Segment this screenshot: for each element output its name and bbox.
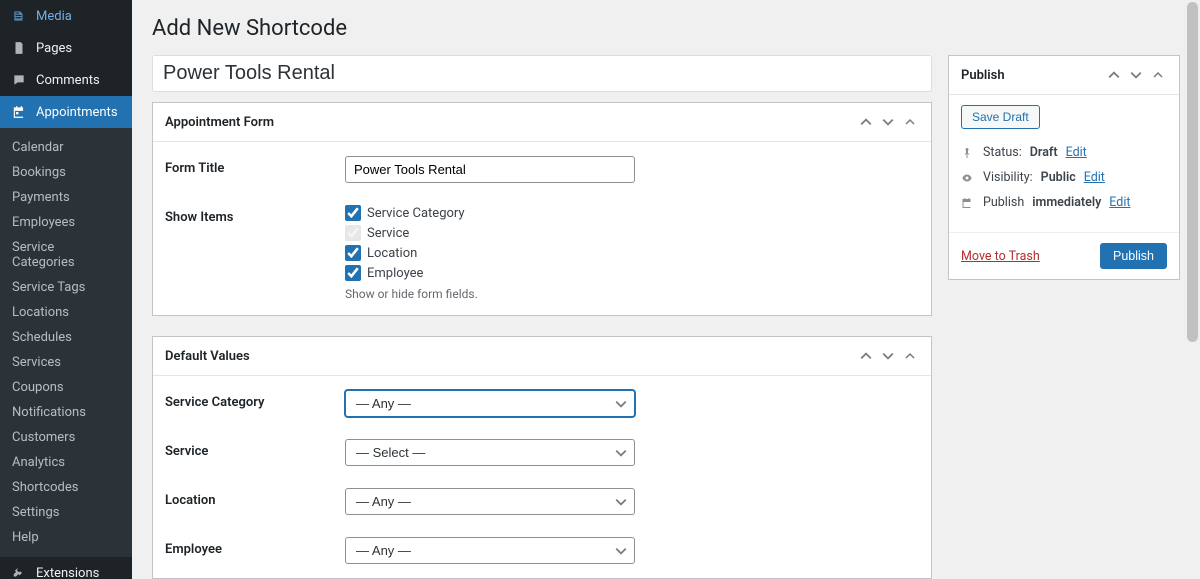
show-item-check-employee[interactable]: Employee bbox=[345, 265, 635, 281]
show-items-hint: Show or hide form fields. bbox=[345, 287, 635, 301]
sidebar-item-appointments[interactable]: Appointments bbox=[0, 96, 132, 128]
sidebar-subitem-notifications[interactable]: Notifications bbox=[0, 400, 132, 425]
sidebar-subitem-shortcodes[interactable]: Shortcodes bbox=[0, 475, 132, 500]
panel-collapse[interactable] bbox=[901, 113, 919, 131]
default-label-service: Service bbox=[165, 439, 345, 459]
panel-publish: Publish Save Draft Status: bbox=[948, 55, 1180, 280]
checkbox-label: Service bbox=[367, 226, 409, 241]
pin-icon bbox=[961, 147, 975, 159]
checkbox bbox=[345, 225, 361, 241]
sidebar-item-label: Media bbox=[36, 9, 72, 24]
status-value: Draft bbox=[1030, 145, 1058, 160]
default-select-service-category[interactable]: — Any — bbox=[345, 390, 635, 417]
checkbox[interactable] bbox=[345, 265, 361, 281]
save-draft-button[interactable]: Save Draft bbox=[961, 105, 1040, 129]
checkbox[interactable] bbox=[345, 205, 361, 221]
panel-collapse[interactable] bbox=[1149, 66, 1167, 84]
panel-move-up[interactable] bbox=[1105, 66, 1123, 84]
panel-title: Appointment Form bbox=[165, 115, 274, 130]
sidebar-item-pages[interactable]: Pages bbox=[0, 32, 132, 64]
comments-icon bbox=[10, 71, 28, 89]
sidebar-item-media[interactable]: Media bbox=[0, 0, 132, 32]
visibility-edit-link[interactable]: Edit bbox=[1084, 170, 1105, 185]
status-edit-link[interactable]: Edit bbox=[1066, 145, 1087, 160]
form-title-input[interactable] bbox=[345, 156, 635, 183]
panel-move-down[interactable] bbox=[879, 347, 897, 365]
sidebar-subitem-calendar[interactable]: Calendar bbox=[0, 135, 132, 160]
vertical-scrollbar[interactable] bbox=[1185, 0, 1200, 579]
sidebar-subitem-help[interactable]: Help bbox=[0, 525, 132, 550]
checkbox-label: Service Category bbox=[367, 206, 465, 221]
panel-default-values: Default Values Service Category— Any —Se… bbox=[152, 336, 932, 579]
calendar-icon bbox=[961, 197, 975, 209]
default-select-service[interactable]: — Select — bbox=[345, 439, 635, 466]
admin-sidebar: Media Pages Comments Appointments CalendarB… bbox=[0, 0, 132, 579]
default-label-location: Location bbox=[165, 488, 345, 508]
sidebar-subitem-bookings[interactable]: Bookings bbox=[0, 160, 132, 185]
sidebar-item-label: Appointments bbox=[36, 105, 118, 120]
sidebar-item-comments[interactable]: Comments bbox=[0, 64, 132, 96]
publish-button[interactable]: Publish bbox=[1100, 243, 1167, 269]
sidebar-subitem-analytics[interactable]: Analytics bbox=[0, 450, 132, 475]
visibility-value: Public bbox=[1041, 170, 1076, 185]
sidebar-subitem-services[interactable]: Services bbox=[0, 350, 132, 375]
panel-move-down[interactable] bbox=[1127, 66, 1145, 84]
panel-title: Publish bbox=[961, 68, 1005, 83]
schedule-prefix: Publish bbox=[983, 195, 1024, 210]
checkbox-label: Employee bbox=[367, 266, 423, 281]
default-label-service-category: Service Category bbox=[165, 390, 345, 410]
sidebar-subitem-schedules[interactable]: Schedules bbox=[0, 325, 132, 350]
move-to-trash-link[interactable]: Move to Trash bbox=[961, 249, 1040, 264]
sidebar-subitem-employees[interactable]: Employees bbox=[0, 210, 132, 235]
sidebar-item-extensions[interactable]: Extensions bbox=[0, 557, 132, 579]
page-title: Add New Shortcode bbox=[152, 0, 1180, 55]
schedule-edit-link[interactable]: Edit bbox=[1109, 195, 1130, 210]
default-label-employee: Employee bbox=[165, 537, 345, 557]
status-label: Status: bbox=[983, 145, 1022, 160]
default-select-employee[interactable]: — Any — bbox=[345, 537, 635, 564]
panel-collapse[interactable] bbox=[901, 347, 919, 365]
form-title-label: Form Title bbox=[165, 156, 345, 176]
sidebar-subitem-settings[interactable]: Settings bbox=[0, 500, 132, 525]
default-select-location[interactable]: — Any — bbox=[345, 488, 635, 515]
sidebar-subitem-service-categories[interactable]: Service Categories bbox=[0, 235, 132, 275]
show-item-check-service-category[interactable]: Service Category bbox=[345, 205, 635, 221]
main-content: Add New Shortcode Appointment Form bbox=[132, 0, 1200, 579]
panel-move-up[interactable] bbox=[857, 113, 875, 131]
appointments-icon bbox=[10, 103, 28, 121]
eye-icon bbox=[961, 172, 975, 184]
sidebar-subitem-locations[interactable]: Locations bbox=[0, 300, 132, 325]
sidebar-subitem-payments[interactable]: Payments bbox=[0, 185, 132, 210]
sidebar-subitem-service-tags[interactable]: Service Tags bbox=[0, 275, 132, 300]
panel-move-down[interactable] bbox=[879, 113, 897, 131]
show-item-check-service: Service bbox=[345, 225, 635, 241]
panel-appointment-form: Appointment Form Form Title bbox=[152, 102, 932, 316]
sidebar-item-label: Comments bbox=[36, 73, 100, 88]
pages-icon bbox=[10, 39, 28, 57]
panel-move-up[interactable] bbox=[857, 347, 875, 365]
show-items-label: Show Items bbox=[165, 205, 345, 225]
media-icon bbox=[10, 7, 28, 25]
sidebar-subitem-coupons[interactable]: Coupons bbox=[0, 375, 132, 400]
visibility-label: Visibility: bbox=[983, 170, 1033, 185]
checkbox[interactable] bbox=[345, 245, 361, 261]
shortcode-title-input[interactable] bbox=[152, 55, 932, 92]
checkbox-label: Location bbox=[367, 246, 417, 261]
sidebar-item-label: Extensions bbox=[36, 566, 99, 579]
show-item-check-location[interactable]: Location bbox=[345, 245, 635, 261]
plug-icon bbox=[10, 564, 28, 579]
sidebar-subitem-customers[interactable]: Customers bbox=[0, 425, 132, 450]
panel-title: Default Values bbox=[165, 349, 250, 364]
sidebar-item-label: Pages bbox=[36, 41, 72, 56]
schedule-value: immediately bbox=[1032, 195, 1101, 210]
